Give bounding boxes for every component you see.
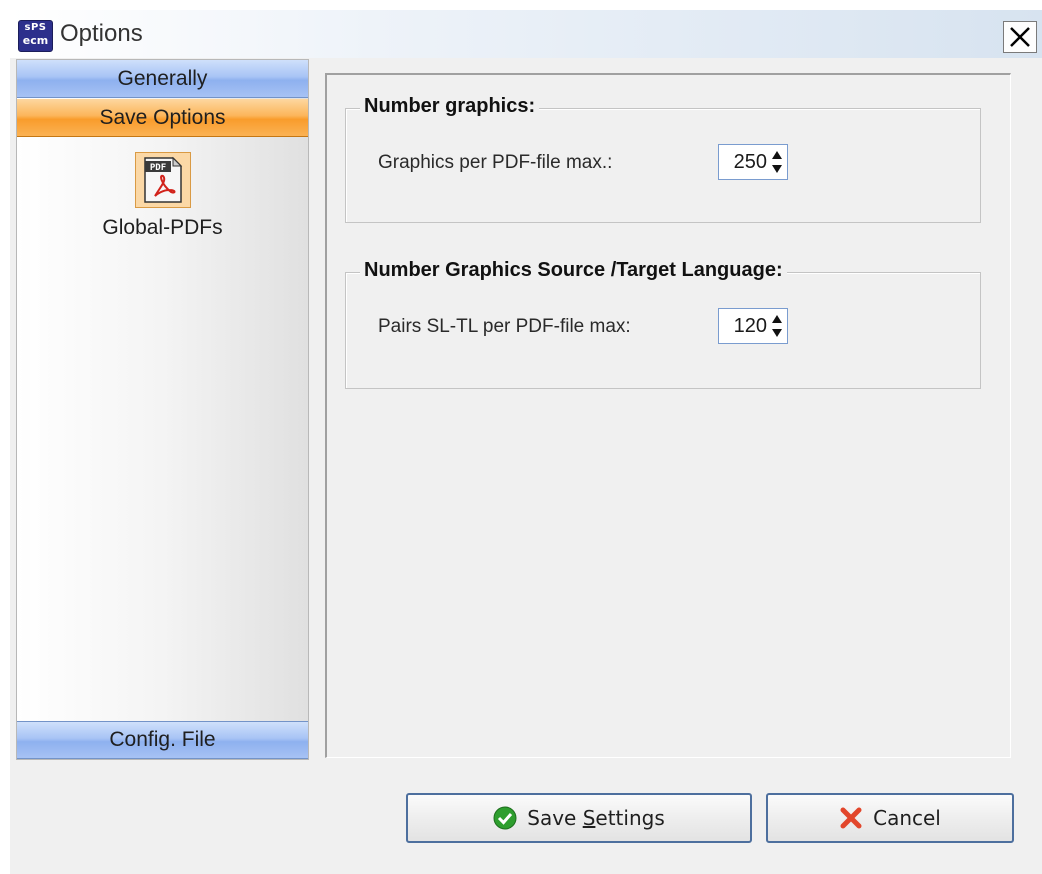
spinner-value: 120 — [733, 315, 767, 337]
spin-down-icon[interactable] — [772, 165, 782, 173]
source-target-group: Number Graphics Source /Target Language:… — [345, 259, 981, 389]
number-graphics-group: Number graphics: Graphics per PDF-file m… — [345, 95, 981, 223]
app-logo-text-bottom: ecm — [22, 34, 49, 47]
pdf-document-graphic: PDF — [143, 156, 182, 203]
spinner-value: 250 — [733, 151, 767, 173]
category-generally[interactable]: Generally — [17, 60, 308, 98]
pdf-icon-text: PDF — [149, 163, 165, 173]
window-title: Options — [60, 20, 143, 47]
group-title: Number Graphics Source /Target Language: — [360, 259, 787, 282]
pairs-sl-tl-label: Pairs SL-TL per PDF-file max: — [378, 316, 631, 337]
category-save-options[interactable]: Save Options — [17, 99, 308, 137]
spin-up-icon[interactable] — [772, 315, 782, 323]
sidebar-item-global-pdfs[interactable]: PDF Global-PDFs — [17, 152, 308, 240]
spinner-arrows — [767, 309, 787, 343]
spin-up-icon[interactable] — [772, 151, 782, 159]
save-label-pre: Save — [527, 806, 583, 830]
save-label-post: ettings — [595, 806, 665, 830]
pdf-file-icon: PDF — [134, 152, 191, 208]
red-x-icon — [839, 806, 863, 830]
category-label: Config. File — [109, 728, 216, 751]
sidebar-item-label: Global-PDFs — [102, 216, 223, 239]
check-circle-icon — [493, 806, 517, 830]
save-settings-button[interactable]: Save Settings — [406, 793, 752, 843]
app-logo-text-top: sPS — [24, 22, 47, 33]
save-label-accel: S — [582, 806, 596, 830]
graphics-per-pdf-label: Graphics per PDF-file max.: — [378, 152, 613, 173]
close-icon — [1010, 27, 1030, 47]
title-bar: sPS ecm Options — [10, 10, 1042, 58]
category-sidebar: Generally Save Options PDF Global-PDFs C… — [16, 59, 309, 760]
settings-content-panel: Number graphics: Graphics per PDF-file m… — [325, 73, 1011, 758]
close-button[interactable] — [1003, 21, 1037, 53]
category-label: Save Options — [99, 105, 226, 129]
category-config-file[interactable]: Config. File — [17, 721, 308, 759]
options-window: sPS ecm Options Generally Save Options P… — [10, 10, 1042, 874]
spinner-arrows — [767, 145, 787, 179]
pairs-sl-tl-spinner[interactable]: 120 — [718, 308, 788, 344]
app-logo-icon: sPS ecm — [18, 20, 53, 52]
cancel-button[interactable]: Cancel — [766, 793, 1014, 843]
category-label: Generally — [117, 66, 208, 90]
graphics-per-pdf-spinner[interactable]: 250 — [718, 144, 788, 180]
cancel-label: Cancel — [873, 806, 941, 830]
spin-down-icon[interactable] — [772, 329, 782, 337]
save-settings-label: Save Settings — [527, 806, 665, 830]
group-title: Number graphics: — [360, 95, 540, 118]
